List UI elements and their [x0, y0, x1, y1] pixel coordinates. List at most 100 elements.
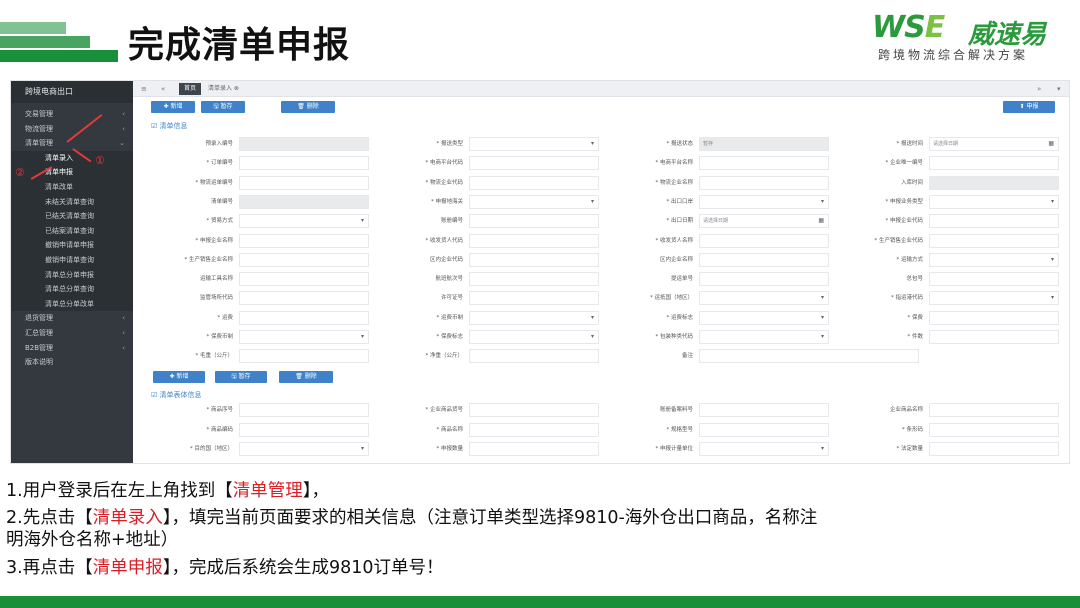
field-label: * 运费币制: [436, 314, 464, 321]
field-input[interactable]: [469, 252, 599, 267]
field-input[interactable]: 请选择日期 ▦: [699, 214, 829, 229]
field-select[interactable]: ▾: [239, 214, 369, 229]
goods-save-button[interactable]: 🖫 暂存: [215, 371, 267, 383]
goods-delete-button[interactable]: 🗑 删除: [279, 371, 333, 383]
tab-list-entry[interactable]: 清单录入 ⊗: [203, 83, 244, 95]
sidebar-item[interactable]: 物流管理 ‹: [11, 122, 133, 137]
field-input[interactable]: [929, 233, 1059, 248]
sidebar-item[interactable]: 退货管理 ‹: [11, 311, 133, 326]
next-tab-icon[interactable]: »: [1037, 85, 1041, 93]
field-input[interactable]: [469, 349, 599, 364]
sidebar-subitem[interactable]: 未结关清单查询: [11, 194, 133, 210]
tab-home[interactable]: 首页: [179, 83, 202, 95]
field-input[interactable]: [469, 233, 599, 248]
field-input[interactable]: [239, 349, 369, 364]
field-input[interactable]: [699, 272, 829, 287]
sidebar-item[interactable]: B2B管理 ‹: [11, 341, 133, 356]
sidebar-subitem[interactable]: 清单录入: [11, 150, 133, 166]
add-button[interactable]: ✚ 新增: [151, 101, 195, 113]
field-input[interactable]: [239, 291, 369, 306]
field-input[interactable]: [239, 252, 369, 267]
field-input[interactable]: [469, 442, 599, 456]
sidebar-item[interactable]: 汇总管理 ‹: [11, 326, 133, 341]
sidebar-subitem[interactable]: 清单总分单改单: [11, 296, 133, 312]
sidebar-subitem[interactable]: 清单改单: [11, 179, 133, 195]
field-input[interactable]: [469, 403, 599, 417]
field-input[interactable]: [929, 403, 1059, 417]
field-input[interactable]: [929, 214, 1059, 229]
field-label: * 贸易方式: [206, 218, 234, 225]
field-input[interactable]: [699, 252, 829, 267]
declare-button[interactable]: ⬆ 申报: [1003, 101, 1055, 113]
field-input[interactable]: [469, 175, 599, 190]
field-input[interactable]: [469, 272, 599, 287]
field-select[interactable]: ▾: [929, 194, 1059, 209]
field-select[interactable]: ▾: [239, 442, 369, 456]
field-input[interactable]: [929, 330, 1059, 344]
field-input[interactable]: [699, 175, 829, 190]
save-button[interactable]: 🖫 暂存: [201, 101, 245, 113]
sidebar-subitem[interactable]: 已结案清单查询: [11, 223, 133, 239]
field-select[interactable]: ▾: [699, 310, 829, 325]
field-label: * 毛重（公斤）: [195, 353, 234, 360]
field-select[interactable]: ▾: [239, 330, 369, 344]
sidebar-subitem[interactable]: 清单申报: [11, 165, 133, 180]
field-select[interactable]: ▾: [699, 330, 829, 344]
field-input[interactable]: [699, 349, 919, 364]
sidebar-item-label: 撤销申请单查询: [45, 255, 94, 264]
field-input[interactable]: [239, 310, 369, 325]
field-label: * 物流企业代码: [425, 179, 464, 186]
field-input[interactable]: [469, 291, 599, 306]
field-input[interactable]: [239, 422, 369, 437]
field-input[interactable]: [699, 403, 829, 417]
field-input[interactable]: [239, 403, 369, 417]
field-input[interactable]: [699, 156, 829, 171]
sidebar-subitem[interactable]: 已结关清单查询: [11, 209, 133, 224]
field-input[interactable]: [929, 422, 1059, 437]
field-input[interactable]: [929, 442, 1059, 456]
sidebar-subitem[interactable]: 清单总分单申报: [11, 267, 133, 283]
field-select[interactable]: ▾: [469, 310, 599, 325]
field-value: 暂存: [703, 141, 714, 147]
field-label: 许可证号: [440, 295, 463, 302]
chevron-down-icon: ▾: [360, 333, 364, 340]
sidebar-subitem[interactable]: 撤销申请单查询: [11, 252, 133, 268]
field-select[interactable]: ▾: [469, 194, 599, 209]
field-input[interactable]: [239, 175, 369, 190]
field-input[interactable]: [239, 272, 369, 287]
field-input[interactable]: [699, 422, 829, 437]
chevron-icon: ‹: [122, 314, 125, 323]
field-input[interactable]: 请选择日期 ▦: [929, 137, 1059, 151]
field-input[interactable]: [239, 233, 369, 248]
field-select[interactable]: ▾: [699, 442, 829, 456]
sidebar-item[interactable]: 版本说明: [11, 355, 133, 370]
field-input[interactable]: [929, 272, 1059, 287]
field-select[interactable]: ▾: [699, 194, 829, 209]
field-select[interactable]: ▾: [469, 137, 599, 151]
field-input[interactable]: [929, 310, 1059, 325]
field-input[interactable]: [929, 156, 1059, 171]
sidebar-item-label: 清单录入: [45, 153, 73, 162]
field-label: * 收发货人代码: [425, 237, 464, 244]
slide-title: 完成清单申报: [128, 25, 351, 66]
field-input[interactable]: [469, 422, 599, 437]
field-select[interactable]: ▾: [929, 291, 1059, 306]
field-select[interactable]: ▾: [469, 330, 599, 344]
field-input[interactable]: [239, 156, 369, 171]
field-select[interactable]: ▾: [929, 252, 1059, 267]
field-input[interactable]: [469, 214, 599, 229]
prev-tab-icon[interactable]: «: [161, 85, 165, 93]
field-input[interactable]: [469, 156, 599, 171]
menu-toggle-icon[interactable]: ≡: [141, 85, 147, 93]
field-input[interactable]: [699, 233, 829, 248]
sidebar-item[interactable]: 交易管理 ‹: [11, 107, 133, 122]
chevron-down-icon: ▾: [590, 313, 594, 321]
tab-menu-icon[interactable]: ▾: [1057, 85, 1061, 93]
field-label: 监管场所代码: [199, 295, 233, 302]
sidebar-subitem[interactable]: 撤销申请单申报: [11, 238, 133, 253]
delete-button[interactable]: 🗑 删除: [281, 101, 335, 113]
goods-add-button[interactable]: ✚ 新增: [153, 371, 205, 383]
sidebar-subitem[interactable]: 清单总分单查询: [11, 282, 133, 297]
chevron-icon: ‹: [122, 328, 125, 337]
field-select[interactable]: ▾: [699, 291, 829, 306]
